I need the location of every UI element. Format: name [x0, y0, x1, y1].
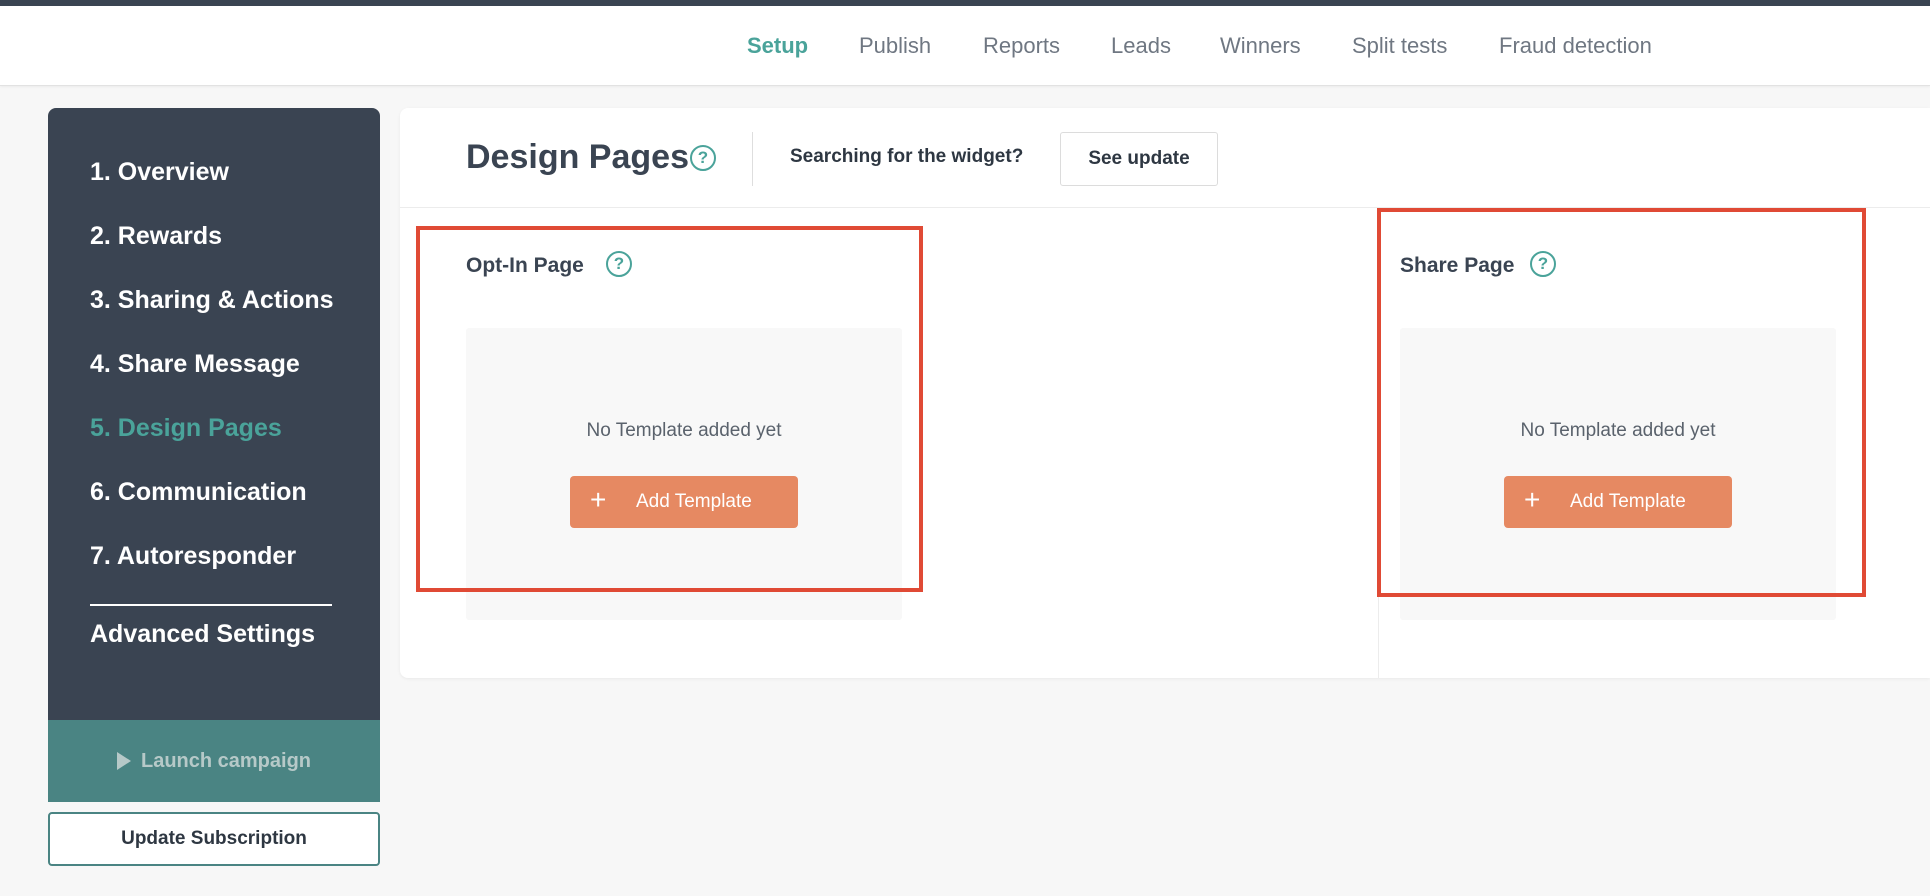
share-highlight-box — [1377, 208, 1866, 597]
top-nav: Setup Publish Reports Leads Winners Spli… — [0, 6, 1930, 86]
header-divider — [752, 132, 753, 186]
update-subscription-button[interactable]: Update Subscription — [48, 812, 380, 866]
tab-winners[interactable]: Winners — [1220, 6, 1301, 86]
tab-setup[interactable]: Setup — [747, 6, 808, 86]
launch-campaign-button[interactable]: Launch campaign — [48, 720, 380, 802]
play-icon — [116, 752, 131, 770]
tab-fraud-detection[interactable]: Fraud detection — [1499, 6, 1652, 86]
setup-sidebar: 1. Overview 2. Rewards 3. Sharing & Acti… — [48, 108, 380, 802]
page-title: Design Pages — [466, 138, 689, 176]
tab-publish[interactable]: Publish — [859, 6, 931, 86]
sidebar-item-advanced-settings[interactable]: Advanced Settings — [90, 620, 315, 649]
help-icon[interactable]: ? — [690, 145, 716, 171]
sidebar-item-share-message[interactable]: 4. Share Message — [90, 350, 300, 379]
sidebar-item-design-pages[interactable]: 5. Design Pages — [90, 414, 282, 443]
sidebar-item-autoresponder[interactable]: 7. Autoresponder — [90, 542, 296, 571]
tab-split-tests[interactable]: Split tests — [1352, 6, 1447, 86]
panel-header: Design Pages ? Searching for the widget?… — [400, 108, 1930, 208]
tab-reports[interactable]: Reports — [983, 6, 1060, 86]
tab-leads[interactable]: Leads — [1111, 6, 1171, 86]
see-update-button[interactable]: See update — [1060, 132, 1218, 186]
widget-search-prompt: Searching for the widget? — [790, 146, 1024, 167]
sidebar-item-rewards[interactable]: 2. Rewards — [90, 222, 222, 251]
sidebar-divider — [90, 604, 332, 606]
sidebar-item-overview[interactable]: 1. Overview — [90, 158, 229, 187]
sidebar-item-sharing-actions[interactable]: 3. Sharing & Actions — [90, 286, 334, 315]
sidebar-item-communication[interactable]: 6. Communication — [90, 478, 307, 507]
launch-campaign-label: Launch campaign — [140, 749, 312, 772]
opt-in-highlight-box — [416, 226, 923, 592]
